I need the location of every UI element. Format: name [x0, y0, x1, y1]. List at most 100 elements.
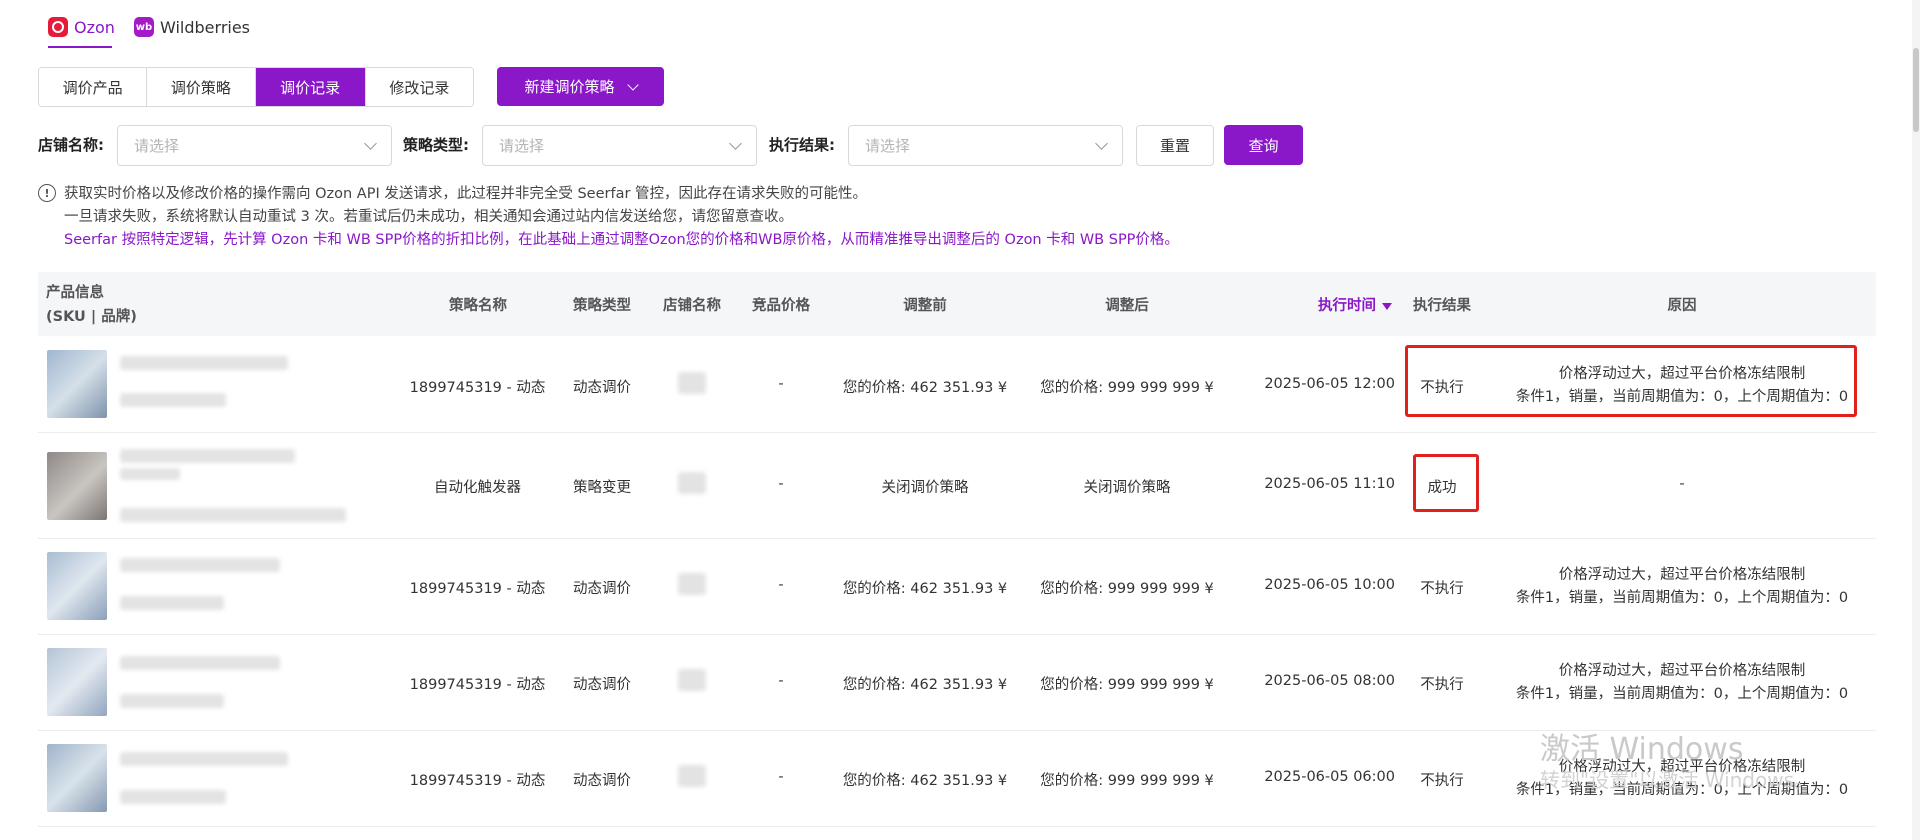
- chevron-down-icon: [729, 137, 742, 150]
- product-thumbnail[interactable]: [47, 744, 107, 812]
- exec-time-cell: 2025-06-05 12:00: [1264, 376, 1395, 392]
- windows-watermark-title: 激活 Windows: [1540, 732, 1744, 767]
- strategy-type-cell: 动态调价: [573, 581, 631, 597]
- col-header-competitor-price: 竞品价格: [752, 298, 810, 314]
- scrollbar-thumb[interactable]: [1913, 48, 1919, 132]
- reason-line-1: 价格浮动过大，超过平台价格冻结限制: [1558, 663, 1806, 679]
- exec-result-cell: 不执行: [1420, 581, 1464, 597]
- platform-tab-wildberries[interactable]: wb Wildberries: [134, 12, 250, 42]
- product-thumbnail[interactable]: [47, 648, 107, 716]
- product-title-blurred: [120, 752, 288, 766]
- exec-time-cell: 2025-06-05 06:00: [1264, 769, 1395, 785]
- tab-price-strategies[interactable]: 调价策略: [147, 68, 256, 106]
- strategy-type-placeholder: 请选择: [499, 137, 545, 155]
- after-cell: 关闭调价策略: [1083, 480, 1171, 496]
- result-select[interactable]: 请选择: [848, 125, 1123, 166]
- info-icon: !: [38, 184, 56, 202]
- shop-name-blurred: [678, 472, 706, 494]
- product-title-blurred: [120, 356, 288, 370]
- new-strategy-label: 新建调价策略: [524, 78, 615, 96]
- query-button[interactable]: 查询: [1224, 125, 1303, 165]
- after-cell: 您的价格: 999 999 999 ¥: [1040, 380, 1214, 396]
- active-tab-underline: [48, 46, 112, 48]
- notice-line-3: Seerfar 按照特定逻辑，先计算 Ozon 卡和 WB SPP价格的折扣比例…: [64, 232, 1179, 248]
- product-thumbnail[interactable]: [47, 350, 107, 418]
- col-header-product-line1: 产品信息: [46, 285, 104, 301]
- shop-name-blurred: [678, 573, 706, 595]
- shop-filter-label: 店铺名称:: [38, 136, 104, 154]
- product-title-blurred: [120, 449, 295, 463]
- wildberries-logo-icon: wb: [134, 17, 154, 37]
- exec-time-cell: 2025-06-05 10:00: [1264, 577, 1395, 593]
- after-cell: 您的价格: 999 999 999 ¥: [1040, 581, 1214, 597]
- platform-tab-label: Wildberries: [160, 17, 251, 37]
- platform-tab-label: Ozon: [74, 17, 115, 37]
- new-strategy-button[interactable]: 新建调价策略: [497, 67, 664, 106]
- product-sku-blurred: [120, 508, 346, 522]
- shop-select-placeholder: 请选择: [134, 137, 180, 155]
- col-header-exec-time[interactable]: 执行时间: [1300, 294, 1410, 315]
- product-title-blurred: [120, 468, 180, 480]
- tab-modify-records[interactable]: 修改记录: [365, 68, 473, 106]
- notice-block: 获取实时价格以及修改价格的操作需向 Ozon API 发送请求，此过程并非完全受…: [64, 183, 1864, 252]
- strategy-name-cell: 1899745319 - 动态: [409, 380, 546, 396]
- sort-desc-icon: [1382, 302, 1392, 310]
- result-placeholder: 请选择: [865, 137, 911, 155]
- reason-line-2: 条件1，销量，当前周期值为：0，上个周期值为：0: [1515, 686, 1849, 702]
- product-sku-blurred: [120, 393, 226, 407]
- tab-price-products[interactable]: 调价产品: [39, 68, 148, 106]
- strategy-name-cell: 1899745319 - 动态: [409, 581, 546, 597]
- strategy-type-cell: 动态调价: [573, 677, 631, 693]
- competitor-price-cell: -: [778, 673, 784, 689]
- col-header-strategy-type: 策略类型: [573, 298, 631, 314]
- before-cell: 关闭调价策略: [881, 480, 969, 496]
- col-header-shop: 店铺名称: [663, 298, 721, 314]
- chevron-down-icon: [1095, 137, 1108, 150]
- strategy-type-cell: 策略变更: [573, 480, 631, 496]
- chevron-down-icon: [626, 78, 639, 91]
- exec-time-cell: 2025-06-05 11:10: [1264, 476, 1395, 492]
- highlight-box: [1405, 345, 1857, 417]
- product-thumbnail[interactable]: [47, 552, 107, 620]
- strategy-type-select[interactable]: 请选择: [482, 125, 757, 166]
- chevron-down-icon: [364, 137, 377, 150]
- shop-name-blurred: [678, 765, 706, 787]
- after-cell: 您的价格: 999 999 999 ¥: [1040, 677, 1214, 693]
- col-header-after: 调整后: [1105, 298, 1149, 314]
- after-cell: 您的价格: 999 999 999 ¥: [1040, 773, 1214, 789]
- tab-price-records[interactable]: 调价记录: [255, 68, 366, 106]
- col-header-reason: 原因: [1667, 298, 1697, 314]
- result-filter-label: 执行结果:: [769, 136, 835, 154]
- product-thumbnail[interactable]: [47, 452, 107, 520]
- exec-result-cell: 不执行: [1420, 677, 1464, 693]
- col-header-product-line2: (SKU | 品牌): [46, 309, 137, 325]
- shop-name-blurred: [678, 372, 706, 394]
- reason-cell: -: [1679, 476, 1685, 492]
- reason-line-1: 价格浮动过大，超过平台价格冻结限制: [1558, 567, 1806, 583]
- exec-time-label: 执行时间: [1318, 298, 1376, 314]
- reset-button[interactable]: 重置: [1136, 125, 1214, 166]
- vertical-scrollbar[interactable]: [1912, 0, 1920, 840]
- highlight-box: [1413, 454, 1479, 512]
- strategy-type-cell: 动态调价: [573, 773, 631, 789]
- before-cell: 您的价格: 462 351.93 ¥: [842, 581, 1008, 597]
- notice-line-2: 一旦请求失败，系统将默认自动重试 3 次。若重试后仍未成功，相关通知会通过站内信…: [64, 209, 793, 225]
- shop-select[interactable]: 请选择: [117, 125, 392, 166]
- shop-name-blurred: [678, 669, 706, 691]
- exec-result-cell: 不执行: [1420, 773, 1464, 789]
- competitor-price-cell: -: [778, 376, 784, 392]
- strategy-type-filter-label: 策略类型:: [403, 136, 469, 154]
- strategy-name-cell: 1899745319 - 动态: [409, 773, 546, 789]
- platform-tab-ozon[interactable]: Ozon: [48, 12, 115, 42]
- col-header-product: 产品信息 (SKU | 品牌): [46, 281, 137, 329]
- col-header-before: 调整前: [903, 298, 947, 314]
- ozon-logo-icon: [48, 17, 68, 37]
- before-cell: 您的价格: 462 351.93 ¥: [842, 773, 1008, 789]
- reason-cell: 价格浮动过大，超过平台价格冻结限制 条件1，销量，当前周期值为：0，上个周期值为…: [1502, 564, 1862, 610]
- price-adjust-records-page: Ozon wb Wildberries 调价产品 调价策略 调价记录 修改记录 …: [0, 0, 1920, 840]
- notice-line-1: 获取实时价格以及修改价格的操作需向 Ozon API 发送请求，此过程并非完全受…: [64, 186, 868, 202]
- competitor-price-cell: -: [778, 577, 784, 593]
- windows-watermark-subtitle: 转到"设置"以激活 Windows。: [1540, 768, 1815, 792]
- competitor-price-cell: -: [778, 476, 784, 492]
- before-cell: 您的价格: 462 351.93 ¥: [842, 380, 1008, 396]
